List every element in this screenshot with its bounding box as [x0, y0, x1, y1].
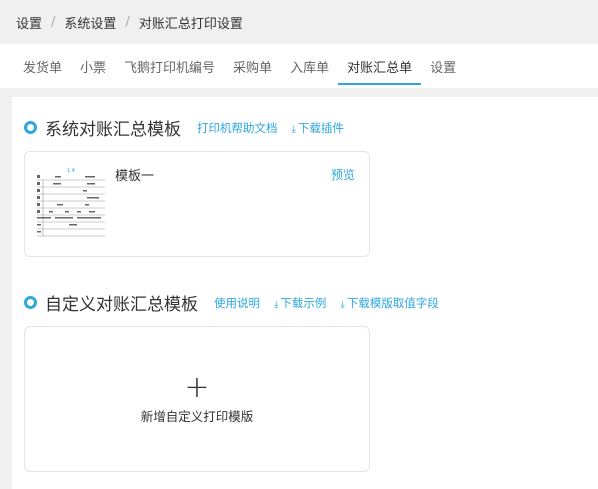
download-fields-link[interactable]: ⤓ 下载模版取值字段 — [340, 295, 438, 311]
download-icon: ⤓ — [274, 298, 279, 310]
add-custom-template-label: 新增自定义打印模版 — [140, 408, 254, 424]
tab-reconciliation-summary[interactable]: 对账汇总单 — [338, 44, 422, 88]
tab-receipt[interactable]: 小票 — [71, 44, 115, 88]
preview-link[interactable]: 预览 — [331, 166, 355, 183]
section-bullet-icon — [24, 121, 37, 134]
printer-help-link[interactable]: 打印机帮助文档 — [197, 120, 278, 136]
breadcrumb-item-current: 对账汇总打印设置 — [138, 16, 243, 32]
thumbnail-header: 1 4 — [67, 168, 75, 174]
download-example-label: 下载示例 — [280, 295, 327, 310]
template-thumbnail: 1 4 — [35, 164, 107, 238]
download-plugin-link[interactable]: ⤓ 下载插件 — [292, 120, 344, 136]
section-bullet-icon — [24, 296, 37, 309]
breadcrumb: 设置 / 系统设置 / 对账汇总打印设置 — [0, 0, 598, 44]
template-name: 模板一 — [115, 169, 155, 184]
system-template-title: 系统对账汇总模板 — [45, 120, 181, 140]
download-icon: ⤓ — [291, 123, 296, 135]
add-custom-template-card[interactable]: + 新增自定义打印模版 — [24, 326, 370, 472]
tab-stock-in[interactable]: 入库单 — [281, 44, 338, 88]
tab-feie-printer[interactable]: 飞鹅打印机编号 — [115, 44, 224, 88]
template-thumbnail-image: 1 4 — [37, 168, 105, 237]
download-icon: ⤓ — [340, 298, 345, 310]
download-fields-label: 下载模版取值字段 — [346, 295, 439, 310]
plus-icon: + — [184, 369, 210, 405]
tab-purchase-order[interactable]: 采购单 — [224, 44, 281, 88]
tab-settings[interactable]: 设置 — [421, 44, 465, 88]
download-plugin-label: 下载插件 — [297, 120, 344, 135]
breadcrumb-separator: / — [125, 14, 130, 30]
system-template-header: 系统对账汇总模板 打印机帮助文档 ⤓ 下载插件 — [24, 115, 358, 140]
usage-instructions-link[interactable]: 使用说明 — [214, 295, 260, 311]
main-panel: 系统对账汇总模板 打印机帮助文档 ⤓ 下载插件 1 4 模板一 预览 自定义对账… — [12, 97, 598, 489]
custom-template-title: 自定义对账汇总模板 — [45, 295, 198, 315]
download-example-link[interactable]: ⤓ 下载示例 — [274, 295, 326, 311]
tab-bar: 发货单 小票 飞鹅打印机编号 采购单 入库单 对账汇总单 设置 — [0, 44, 598, 88]
breadcrumb-item-settings[interactable]: 设置 — [16, 13, 42, 32]
breadcrumb-item-system-settings[interactable]: 系统设置 — [64, 13, 116, 32]
breadcrumb-separator: / — [51, 14, 56, 30]
tab-delivery-note[interactable]: 发货单 — [14, 44, 71, 88]
system-template-card[interactable]: 1 4 模板一 预览 — [24, 151, 370, 257]
custom-template-header: 自定义对账汇总模板 使用说明 ⤓ 下载示例 ⤓ 下载模版取值字段 — [24, 290, 453, 315]
